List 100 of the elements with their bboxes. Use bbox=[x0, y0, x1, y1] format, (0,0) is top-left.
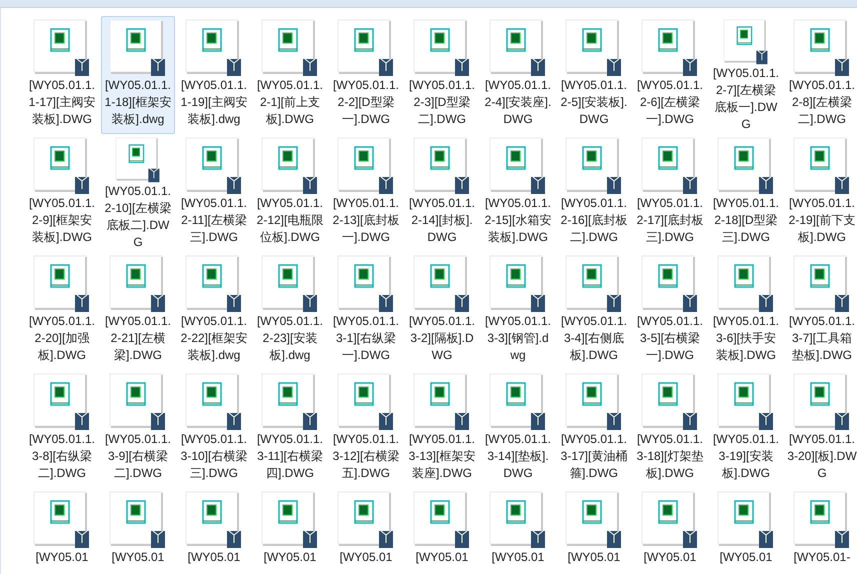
file-item[interactable]: [WY05.01.1.2-6][左横梁一].DWG bbox=[633, 16, 707, 134]
drawing-thumbnail-icon bbox=[565, 255, 623, 313]
file-item[interactable]: [WY05.01.1.2-10][左横梁底板二].DWG bbox=[101, 134, 175, 252]
drawing-thumbnail-icon bbox=[337, 255, 395, 313]
file-item[interactable]: [WY05.01.1.3-2][隔板].DWG bbox=[405, 252, 479, 370]
drawing-thumbnail-icon bbox=[337, 373, 395, 431]
drawing-thumbnail-icon bbox=[717, 137, 775, 195]
drawing-thumbnail-icon bbox=[413, 137, 471, 195]
drawing-thumbnail-icon bbox=[565, 137, 623, 195]
drawing-thumbnail-icon bbox=[261, 255, 319, 313]
file-item[interactable]: [WY05.01.1.2-5][安装板].DWG bbox=[557, 16, 631, 134]
file-item[interactable]: [WY05.01.1.2-13][底封板一].DWG bbox=[329, 134, 403, 252]
drawing-thumbnail-icon bbox=[793, 137, 851, 195]
file-item[interactable]: [WY05.01 bbox=[481, 488, 555, 574]
drawing-thumbnail-icon bbox=[641, 137, 699, 195]
file-item[interactable]: [WY05.01.1.3-9][右横梁二].DWG bbox=[101, 370, 175, 488]
drawing-thumbnail-icon bbox=[33, 19, 91, 77]
file-item[interactable]: [WY05.01.1.3-3][钢管].dwg bbox=[481, 252, 555, 370]
file-item[interactable]: [WY05.01.1.3-8][右纵梁二].DWG bbox=[25, 370, 99, 488]
drawing-thumbnail-icon bbox=[109, 255, 167, 313]
file-item[interactable]: [WY05.01.1.3-1][右纵梁一].DWG bbox=[329, 252, 403, 370]
file-item[interactable]: [WY05.01.1.3-6][扶手安装板].DWG bbox=[709, 252, 783, 370]
file-item[interactable]: [WY05.01.1.1-17][主阀安装板].DWG bbox=[25, 16, 99, 134]
file-item[interactable]: [WY05.01.1.3-14][垫板].DWG bbox=[481, 370, 555, 488]
drawing-thumbnail-icon bbox=[489, 137, 547, 195]
file-item[interactable]: [WY05.01 bbox=[25, 488, 99, 574]
file-item[interactable]: [WY05.01.1.3-19][安装板].DWG bbox=[709, 370, 783, 488]
file-item[interactable]: [WY05.01.1.2-7][左横梁底板一].DWG bbox=[709, 16, 783, 134]
file-item[interactable]: [WY05.01.1.1-19][主阀安装板].dwg bbox=[177, 16, 251, 134]
drawing-thumbnail-icon bbox=[185, 19, 243, 77]
drawing-thumbnail-icon bbox=[489, 255, 547, 313]
file-item[interactable]: [WY05.01.1.3-18][灯架垫板].DWG bbox=[633, 370, 707, 488]
file-item[interactable]: [WY05.01.1.2-20][加强板].DWG bbox=[25, 252, 99, 370]
drawing-thumbnail-icon bbox=[717, 255, 775, 313]
file-item[interactable]: [WY05.01.1.2-11][左横梁三].DWG bbox=[177, 134, 251, 252]
drawing-thumbnail-icon bbox=[793, 19, 851, 77]
drawing-thumbnail-icon bbox=[565, 373, 623, 431]
drawing-thumbnail-icon bbox=[33, 255, 91, 313]
file-item[interactable]: [WY05.01.1.1-18][框架安装板].dwg bbox=[101, 16, 175, 134]
file-item[interactable]: [WY05.01.1.2-2][D型梁一].DWG bbox=[329, 16, 403, 134]
file-item[interactable]: [WY05.01.1.2-4][安装座].DWG bbox=[481, 16, 555, 134]
drawing-thumbnail-icon bbox=[109, 19, 167, 77]
file-item[interactable]: [WY05.01 bbox=[709, 488, 783, 574]
file-item[interactable]: [WY05.01.1.2-21][左横梁].DWG bbox=[101, 252, 175, 370]
file-item[interactable]: [WY05.01.1.2-17][底封板三].DWG bbox=[633, 134, 707, 252]
file-item[interactable]: [WY05.01.1.2-22][框架安装板].dwg bbox=[177, 252, 251, 370]
file-item[interactable]: [WY05.01.1.3-7][工具箱垫板].DWG bbox=[785, 252, 857, 370]
file-item[interactable]: [WY05.01.1.3-12][右横梁五].DWG bbox=[329, 370, 403, 488]
drawing-thumbnail-icon bbox=[565, 491, 623, 549]
drawing-thumbnail-icon bbox=[793, 373, 851, 431]
file-item[interactable]: [WY05.01.1.2-8][左横梁二].DWG bbox=[785, 16, 857, 134]
drawing-thumbnail-icon bbox=[641, 491, 699, 549]
file-item[interactable]: [WY05.01 bbox=[101, 488, 175, 574]
file-item[interactable]: [WY05.01.1.2-23][安装板].dwg bbox=[253, 252, 327, 370]
file-item[interactable]: [WY05.01.1.3-17][黄油桶箍].DWG bbox=[557, 370, 631, 488]
drawing-thumbnail-icon bbox=[261, 373, 319, 431]
file-item[interactable]: [WY05.01.1.3-10][右横梁三].DWG bbox=[177, 370, 251, 488]
drawing-thumbnail-icon bbox=[33, 491, 91, 549]
file-item[interactable]: [WY05.01- bbox=[785, 488, 857, 574]
file-item[interactable]: [WY05.01 bbox=[329, 488, 403, 574]
drawing-thumbnail-icon bbox=[565, 19, 623, 77]
drawing-thumbnail-icon bbox=[185, 491, 243, 549]
file-item[interactable]: [WY05.01.1.2-19][前下支板].DWG bbox=[785, 134, 857, 252]
drawing-thumbnail-icon bbox=[185, 137, 243, 195]
file-item[interactable]: [WY05.01.1.2-15][水箱安装板].DWG bbox=[481, 134, 555, 252]
drawing-thumbnail-icon bbox=[413, 491, 471, 549]
drawing-thumbnail-icon bbox=[337, 19, 395, 77]
drawing-thumbnail-icon bbox=[717, 491, 775, 549]
file-item[interactable]: [WY05.01 bbox=[633, 488, 707, 574]
file-item[interactable]: [WY05.01 bbox=[177, 488, 251, 574]
file-item[interactable]: [WY05.01 bbox=[405, 488, 479, 574]
file-item[interactable]: [WY05.01.1.2-3][D型梁二].DWG bbox=[405, 16, 479, 134]
drawing-thumbnail-icon bbox=[413, 255, 471, 313]
file-item[interactable]: [WY05.01 bbox=[557, 488, 631, 574]
drawing-thumbnail-icon bbox=[641, 19, 699, 77]
drawing-thumbnail-icon bbox=[413, 19, 471, 77]
file-item[interactable]: [WY05.01.1.3-4][右侧底板].DWG bbox=[557, 252, 631, 370]
file-item[interactable]: [WY05.01.1.3-5][右横梁一].DWG bbox=[633, 252, 707, 370]
drawing-thumbnail-icon bbox=[261, 491, 319, 549]
drawing-thumbnail-icon bbox=[261, 19, 319, 77]
file-item[interactable]: [WY05.01.1.2-9][框架安装板].DWG bbox=[25, 134, 99, 252]
drawing-thumbnail-icon bbox=[185, 255, 243, 313]
file-item[interactable]: [WY05.01.1.3-11][右横梁四].DWG bbox=[253, 370, 327, 488]
drawing-thumbnail-icon bbox=[489, 491, 547, 549]
drawing-thumbnail-icon bbox=[261, 137, 319, 195]
file-item[interactable]: [WY05.01.1.2-12][电瓶限位板].DWG bbox=[253, 134, 327, 252]
drawing-thumbnail-icon bbox=[641, 255, 699, 313]
file-item[interactable]: [WY05.01.1.2-18][D型梁三].DWG bbox=[709, 134, 783, 252]
drawing-thumbnail-icon bbox=[717, 373, 775, 431]
file-item[interactable]: [WY05.01.1.2-1][前上支板].DWG bbox=[253, 16, 327, 134]
drawing-thumbnail-icon bbox=[413, 373, 471, 431]
drawing-thumbnail-icon bbox=[185, 373, 243, 431]
file-item[interactable]: [WY05.01.1.2-14][封板].DWG bbox=[405, 134, 479, 252]
file-item[interactable]: [WY05.01 bbox=[253, 488, 327, 574]
file-item[interactable]: [WY05.01.1.3-20][板].DWG bbox=[785, 370, 857, 488]
drawing-thumbnail-icon bbox=[793, 491, 851, 549]
drawing-thumbnail-icon bbox=[337, 491, 395, 549]
file-item[interactable]: [WY05.01.1.2-16][底封板二].DWG bbox=[557, 134, 631, 252]
file-item[interactable]: [WY05.01.1.3-13][框架安装座].DWG bbox=[405, 370, 479, 488]
drawing-thumbnail-icon bbox=[641, 373, 699, 431]
